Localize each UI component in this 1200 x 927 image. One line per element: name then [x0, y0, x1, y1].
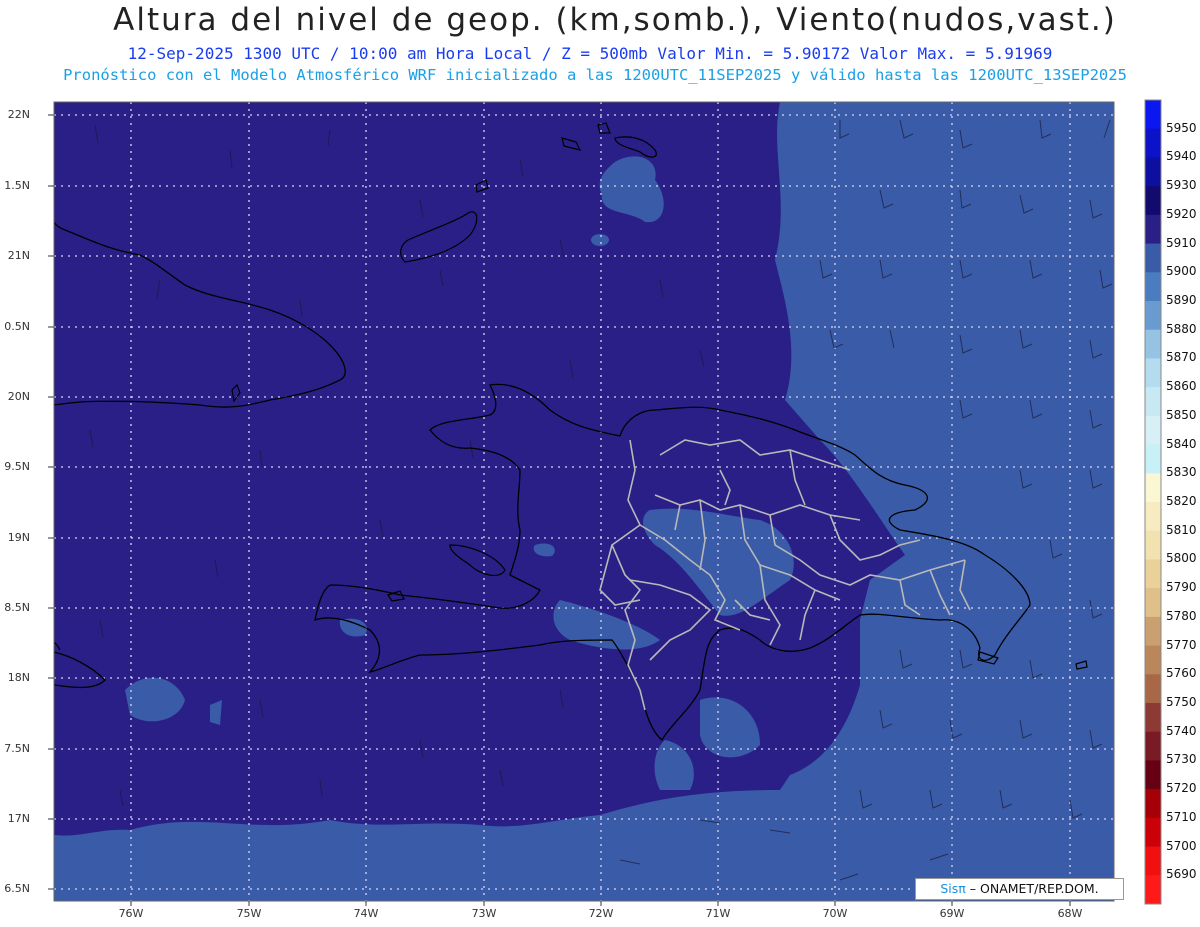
- colorbar-level-label: 5710: [1166, 809, 1197, 824]
- colorbar-swatch: [1145, 760, 1161, 790]
- colorbar-level-label: 5900: [1166, 264, 1197, 279]
- colorbar-level-label: 5790: [1166, 580, 1197, 595]
- colorbar-level-label: 5770: [1166, 637, 1197, 652]
- colorbar-level-label: 5820: [1166, 494, 1197, 508]
- colorbar-swatch: [1145, 128, 1161, 158]
- colorbar-swatch: [1145, 243, 1161, 273]
- colorbar-level-label: 5860: [1166, 379, 1197, 394]
- colorbar-swatch: [1145, 588, 1161, 618]
- lon-label: 69W: [939, 907, 965, 920]
- colorbar-swatch: [1145, 444, 1161, 474]
- colorbar-swatch: [1145, 817, 1161, 848]
- forecast-map: [48, 99, 1162, 906]
- colorbar-swatch: [1145, 731, 1161, 761]
- colorbar-level-label: 5700: [1166, 838, 1197, 853]
- colorbar-level-label: 5830: [1166, 465, 1197, 480]
- colorbar-swatch: [1145, 157, 1161, 187]
- lat-label: 1.5N: [4, 179, 30, 192]
- lat-label: 8.5N: [4, 601, 30, 614]
- lat-label: 9.5N: [4, 460, 30, 473]
- lon-label: 71W: [705, 907, 731, 920]
- lon-label: 74W: [353, 907, 379, 920]
- lon-label: 72W: [588, 907, 614, 920]
- colorbar-level-label: 5890: [1166, 293, 1197, 307]
- lon-label: 70W: [822, 907, 848, 920]
- lat-label: 0.5N: [4, 320, 30, 333]
- colorbar-level-label: 5920: [1166, 206, 1197, 221]
- colorbar-level-label: 5840: [1166, 436, 1197, 451]
- lat-label: 18N: [7, 671, 30, 684]
- colorbar-swatch: [1145, 358, 1161, 388]
- colorbar-level-label: 5810: [1166, 522, 1197, 537]
- colorbar-swatch: [1145, 329, 1161, 359]
- lon-label: 73W: [471, 907, 497, 920]
- colorbar-level-label: 5760: [1166, 666, 1197, 681]
- colorbar-swatch: [1145, 846, 1161, 876]
- field-upper: [54, 102, 905, 836]
- colorbar-level-label: 5720: [1166, 781, 1197, 796]
- colorbar-level-label: 5930: [1166, 178, 1197, 193]
- colorbar-swatch: [1145, 186, 1161, 216]
- colorbar-level-label: 5870: [1166, 350, 1197, 365]
- colorbar-swatch: [1145, 674, 1161, 704]
- colorbar-swatch: [1145, 645, 1161, 675]
- colorbar-swatch: [1145, 272, 1161, 302]
- colorbar-swatch: [1145, 530, 1161, 560]
- colorbar-swatch: [1145, 100, 1161, 130]
- colorbar-swatch: [1145, 301, 1161, 331]
- colorbar-swatch: [1145, 789, 1161, 819]
- lat-label: 22N: [7, 108, 30, 121]
- colorbar-level-label: 5800: [1166, 551, 1197, 566]
- colorbar-level-label: 5910: [1166, 235, 1197, 250]
- lon-label: 68W: [1057, 907, 1083, 920]
- lon-label: 76W: [118, 907, 144, 920]
- colorbar-level-label: 5940: [1166, 149, 1197, 164]
- colorbar-swatch: [1145, 214, 1161, 245]
- lat-label: 7.5N: [4, 742, 30, 755]
- colorbar-level-label: 5880: [1166, 321, 1197, 336]
- lon-label: 75W: [236, 907, 262, 920]
- colorbar-swatch: [1145, 875, 1161, 905]
- colorbar-swatch: [1145, 559, 1161, 589]
- colorbar-level-label: 5690: [1166, 867, 1197, 882]
- credit-box: Sisπ – ONAMET/REP.DOM.: [915, 878, 1124, 900]
- colorbar-swatch: [1145, 473, 1161, 503]
- lat-label: 20N: [7, 390, 30, 403]
- credit-text: – ONAMET/REP.DOM.: [969, 881, 1099, 896]
- colorbar-swatch: [1145, 616, 1161, 647]
- colorbar-swatch: [1145, 415, 1161, 446]
- colorbar-swatch: [1145, 387, 1161, 417]
- colorbar-level-label: 5750: [1166, 695, 1197, 709]
- lat-label: 6.5N: [4, 882, 30, 895]
- lat-label: 19N: [7, 531, 30, 544]
- credit-brand: Sisπ: [940, 881, 966, 896]
- colorbar: [1144, 99, 1162, 905]
- colorbar-level-label: 5730: [1166, 752, 1197, 767]
- colorbar-swatch: [1145, 703, 1161, 733]
- colorbar-level-label: 5740: [1166, 723, 1197, 738]
- lat-label: 17N: [7, 812, 30, 825]
- colorbar-level-label: 5850: [1166, 407, 1197, 422]
- colorbar-level-label: 5780: [1166, 608, 1197, 623]
- colorbar-swatch: [1145, 502, 1161, 532]
- colorbar-level-label: 5950: [1166, 120, 1197, 135]
- lat-label: 21N: [7, 249, 30, 262]
